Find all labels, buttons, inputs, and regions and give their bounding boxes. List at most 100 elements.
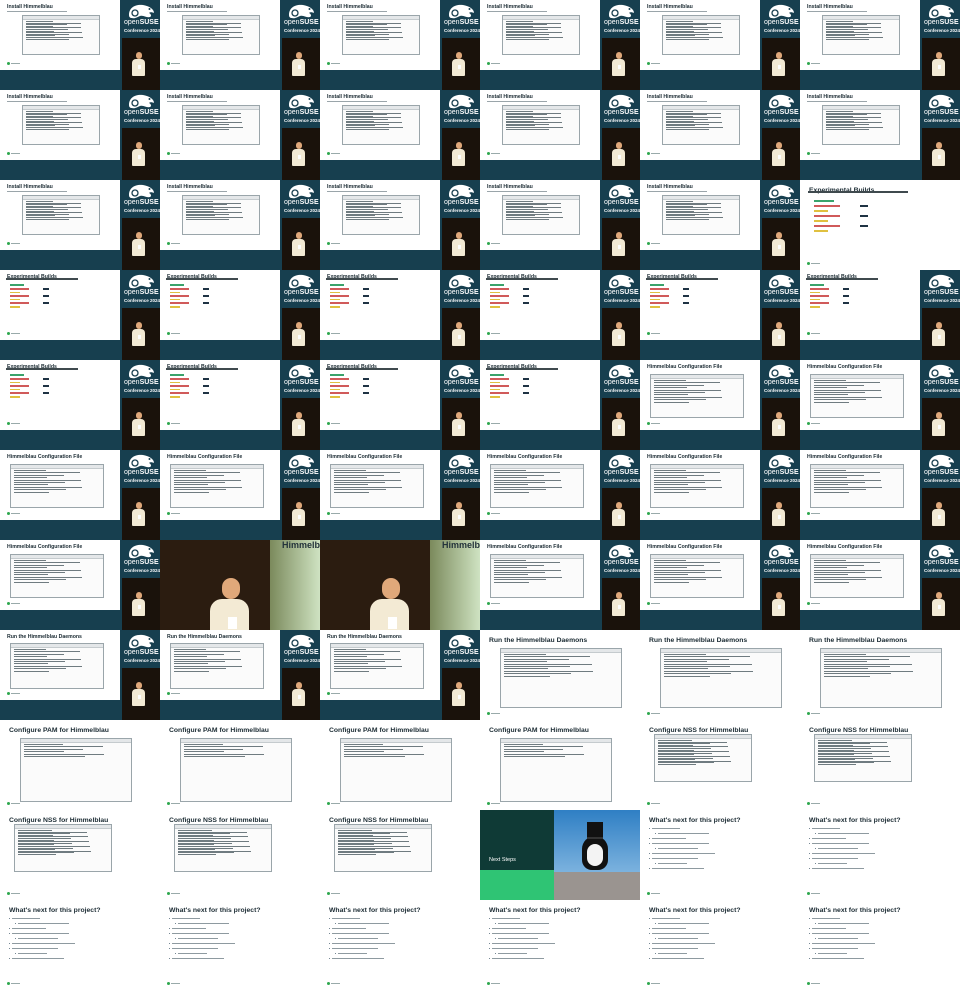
brand-open: open [444, 289, 460, 296]
video-frame-daemons[interactable]: Run the Himmelblau Daemons openSUSE Confer… [0, 630, 160, 720]
video-frame-config[interactable]: Himmelblau Configuration File openSUSE Con… [800, 360, 960, 450]
bullet-text [658, 953, 687, 955]
terminal-line [334, 658, 402, 660]
terminal-line [814, 576, 883, 578]
brand-suse: SUSE [939, 469, 959, 476]
video-frame-config[interactable]: Himmelblau Configuration File openSUSE Con… [640, 360, 800, 450]
status-badge [683, 295, 689, 297]
video-frame-install[interactable]: Install Himmelblau openSUSE Conference 202… [480, 180, 640, 270]
slide-title: Install Himmelblau [487, 4, 533, 10]
slide-title: Install Himmelblau [327, 184, 373, 190]
video-frame-install[interactable]: Install Himmelblau openSUSE Conference 202… [480, 90, 640, 180]
video-frame-config[interactable]: Himmelblau Configuration File openSUSE Con… [160, 450, 320, 540]
video-frame-live[interactable]: Himmelb [160, 540, 320, 630]
status-badge [523, 302, 529, 304]
video-frame-experimental[interactable]: Experimental Builds openSUSE Conference 20… [320, 360, 480, 450]
video-frame-nss[interactable]: Configure NSS for Himmelblau [800, 720, 960, 810]
video-frame-whats[interactable]: What's next for this project? [640, 900, 800, 990]
video-frame-experimental[interactable]: Experimental Builds openSUSE Conference 20… [320, 270, 480, 360]
video-frame-next[interactable]: Next Steps [480, 810, 640, 900]
status-badge [683, 288, 689, 290]
video-frame-install[interactable]: Install Himmelblau openSUSE Conference 202… [0, 180, 160, 270]
video-frame-daemons[interactable]: Run the Himmelblau Daemons openSUSE Confer… [160, 630, 320, 720]
video-frame-whats[interactable]: What's next for this project? [800, 900, 960, 990]
video-frame-experimental[interactable]: Experimental Builds openSUSE Conference 20… [0, 360, 160, 450]
brand-text: openSUSE [284, 379, 319, 386]
video-frame-pam[interactable]: Configure PAM for Himmelblau [480, 720, 640, 810]
video-frame-pam[interactable]: Configure PAM for Himmelblau [160, 720, 320, 810]
video-frame-nss[interactable]: Configure NSS for Himmelblau [0, 810, 160, 900]
brand-suse: SUSE [619, 19, 639, 26]
slide: Experimental Builds [160, 270, 280, 340]
video-frame-experimental[interactable]: Experimental Builds [800, 180, 960, 270]
bullet-text [172, 933, 229, 935]
video-frame-daemons[interactable]: Run the Himmelblau Daemons [640, 630, 800, 720]
video-frame-config[interactable]: Himmelblau Configuration File openSUSE Con… [800, 540, 960, 630]
video-frame-pam[interactable]: Configure PAM for Himmelblau [320, 720, 480, 810]
video-frame-live[interactable]: Himmelb [320, 540, 480, 630]
terminal-line [14, 569, 82, 571]
video-frame-experimental[interactable]: Experimental Builds openSUSE Conference 20… [160, 270, 320, 360]
gecko-icon [929, 544, 954, 559]
video-frame-install[interactable]: Install Himmelblau openSUSE Conference 202… [640, 180, 800, 270]
video-frame-config[interactable]: Himmelblau Configuration File openSUSE Con… [480, 450, 640, 540]
video-frame-install[interactable]: Install Himmelblau openSUSE Conference 202… [160, 90, 320, 180]
bullet-dot [815, 863, 817, 865]
suse-dot-icon [327, 512, 330, 515]
speaker-badge [778, 335, 781, 339]
video-frame-daemons[interactable]: Run the Himmelblau Daemons openSUSE Confer… [320, 630, 480, 720]
video-frame-nss[interactable]: Configure NSS for Himmelblau [640, 720, 800, 810]
video-frame-install[interactable]: Install Himmelblau openSUSE Conference 202… [800, 90, 960, 180]
video-frame-whats[interactable]: What's next for this project? [800, 810, 960, 900]
opensuse-conference-logo: openSUSE Conference 2024 [442, 360, 480, 398]
video-frame-pam[interactable]: Configure PAM for Himmelblau [0, 720, 160, 810]
video-frame-install[interactable]: Install Himmelblau openSUSE Conference 202… [160, 0, 320, 90]
speaker-head [296, 412, 302, 419]
video-frame-experimental[interactable]: Experimental Builds openSUSE Conference 20… [640, 270, 800, 360]
video-frame-config[interactable]: Himmelblau Configuration File openSUSE Con… [480, 540, 640, 630]
video-frame-install[interactable]: Install Himmelblau openSUSE Conference 202… [640, 0, 800, 90]
header-bar [808, 191, 908, 193]
video-frame-config[interactable]: Himmelblau Configuration File openSUSE Con… [640, 540, 800, 630]
terminal-line [654, 392, 705, 393]
video-frame-daemons[interactable]: Run the Himmelblau Daemons [800, 630, 960, 720]
speaker-badge [298, 425, 301, 429]
video-frame-experimental[interactable]: Experimental Builds openSUSE Conference 20… [480, 270, 640, 360]
video-frame-config[interactable]: Himmelblau Configuration File openSUSE Con… [0, 450, 160, 540]
slide: Configure NSS for Himmelblau [160, 810, 320, 900]
video-frame-experimental[interactable]: Experimental Builds openSUSE Conference 20… [480, 360, 640, 450]
penguin-icon [582, 836, 608, 870]
video-frame-config[interactable]: Himmelblau Configuration File openSUSE Con… [320, 450, 480, 540]
video-frame-install[interactable]: Install Himmelblau openSUSE Conference 202… [640, 90, 800, 180]
video-frame-experimental[interactable]: Experimental Builds openSUSE Conference 20… [160, 360, 320, 450]
projected-title: Himmelb [442, 540, 480, 550]
status-badge [43, 378, 49, 380]
video-frame-whats[interactable]: What's next for this project? [160, 900, 320, 990]
video-frame-install[interactable]: Install Himmelblau openSUSE Conference 202… [320, 180, 480, 270]
video-frame-install[interactable]: Install Himmelblau openSUSE Conference 202… [480, 0, 640, 90]
brand-text: openSUSE [124, 289, 159, 296]
video-frame-nss[interactable]: Configure NSS for Himmelblau [320, 810, 480, 900]
video-frame-config[interactable]: Himmelblau Configuration File openSUSE Con… [640, 450, 800, 540]
speaker-head [296, 502, 302, 509]
video-frame-experimental[interactable]: Experimental Builds openSUSE Conference 20… [0, 270, 160, 360]
status-row [10, 288, 29, 290]
video-frame-nss[interactable]: Configure NSS for Himmelblau [160, 810, 320, 900]
video-frame-whats[interactable]: What's next for this project? [0, 900, 160, 990]
video-frame-daemons[interactable]: Run the Himmelblau Daemons [480, 630, 640, 720]
video-frame-whats[interactable]: What's next for this project? [480, 900, 640, 990]
video-frame-whats[interactable]: What's next for this project? [640, 810, 800, 900]
terminal-line [664, 663, 752, 665]
video-frame-experimental[interactable]: Experimental Builds openSUSE Conference 20… [800, 270, 960, 360]
video-frame-config[interactable]: Himmelblau Configuration File openSUSE Con… [0, 540, 160, 630]
video-frame-install[interactable]: Install Himmelblau openSUSE Conference 202… [0, 0, 160, 90]
brand-suse: SUSE [939, 559, 959, 566]
video-frame-install[interactable]: Install Himmelblau openSUSE Conference 202… [800, 0, 960, 90]
video-frame-install[interactable]: Install Himmelblau openSUSE Conference 202… [0, 90, 160, 180]
video-frame-config[interactable]: Himmelblau Configuration File openSUSE Con… [800, 450, 960, 540]
video-frame-install[interactable]: Install Himmelblau openSUSE Conference 202… [320, 0, 480, 90]
video-frame-install[interactable]: Install Himmelblau openSUSE Conference 202… [320, 90, 480, 180]
footer-brand [11, 603, 20, 604]
video-frame-install[interactable]: Install Himmelblau openSUSE Conference 202… [160, 180, 320, 270]
video-frame-whats[interactable]: What's next for this project? [320, 900, 480, 990]
